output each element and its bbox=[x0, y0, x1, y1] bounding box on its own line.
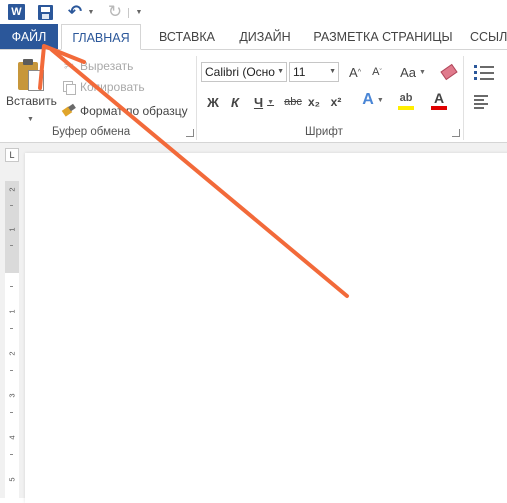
document-page[interactable] bbox=[25, 153, 507, 503]
ruler-number: 5 bbox=[7, 477, 17, 482]
save-icon[interactable] bbox=[38, 5, 53, 20]
highlight-button[interactable]: ab bbox=[392, 90, 420, 110]
ruler-number: 2 bbox=[7, 187, 17, 192]
tab-file[interactable]: ФАЙЛ bbox=[0, 24, 58, 49]
format-painter-icon bbox=[62, 104, 76, 118]
underline-label: Ч bbox=[253, 94, 264, 110]
ruler-number: 1 bbox=[7, 309, 17, 314]
font-size-combobox[interactable]: 11 ▼ bbox=[289, 62, 339, 82]
format-painter-button[interactable]: Формат по образцу bbox=[62, 102, 188, 120]
group-divider bbox=[196, 56, 197, 140]
undo-dropdown-icon[interactable]: ▼ bbox=[86, 3, 96, 21]
paste-icon[interactable] bbox=[16, 58, 44, 92]
ruler-number: 4 bbox=[7, 435, 17, 440]
ribbon-home: Вставить ▼ ✂ Вырезать Копировать Формат … bbox=[0, 50, 507, 143]
quick-access-toolbar: W ↶ ▼ ↻ ▼ bbox=[0, 0, 507, 24]
tab-design[interactable]: ДИЗАЙН bbox=[230, 24, 300, 49]
change-case-button[interactable]: Aa ▼ bbox=[396, 62, 430, 82]
font-launcher-icon[interactable] bbox=[452, 129, 460, 137]
clear-formatting-button[interactable] bbox=[440, 62, 458, 82]
redo-icon[interactable]: ↻ bbox=[106, 2, 124, 21]
clipboard-group-label: Буфер обмена bbox=[52, 126, 131, 138]
toolbar-separator bbox=[128, 8, 129, 18]
subscript-button[interactable]: x₂ bbox=[305, 92, 323, 112]
paste-dropdown-icon[interactable]: ▼ bbox=[27, 110, 34, 124]
tab-insert[interactable]: ВСТАВКА bbox=[152, 24, 222, 49]
font-color-icon: A bbox=[433, 89, 445, 106]
copy-icon bbox=[62, 80, 76, 95]
ruler-number: 1 bbox=[7, 227, 17, 232]
align-left-icon[interactable] bbox=[474, 94, 490, 109]
chevron-down-icon[interactable]: ▼ bbox=[329, 63, 336, 81]
italic-button[interactable]: К bbox=[227, 92, 243, 112]
font-color-button[interactable]: A bbox=[424, 90, 454, 110]
tab-references[interactable]: ССЫЛ bbox=[470, 24, 507, 49]
ribbon-tabs: ФАЙЛ ГЛАВНАЯ ВСТАВКА ДИЗАЙН РАЗМЕТКА СТР… bbox=[0, 24, 507, 50]
chevron-down-icon[interactable]: ▼ bbox=[277, 63, 284, 81]
tab-selector-icon[interactable]: L bbox=[5, 148, 19, 162]
cut-label: Вырезать bbox=[80, 59, 134, 73]
group-divider bbox=[463, 56, 464, 140]
tab-home[interactable]: ГЛАВНАЯ bbox=[61, 24, 141, 50]
underline-button[interactable]: Ч ▼ bbox=[251, 92, 277, 112]
clipboard-launcher-icon[interactable] bbox=[186, 129, 194, 137]
ruler-number: 2 bbox=[7, 351, 17, 356]
word-app-icon: W bbox=[8, 4, 25, 20]
font-size-value: 11 bbox=[293, 65, 306, 79]
grow-font-button[interactable]: A ^ bbox=[346, 62, 364, 82]
tab-page-layout[interactable]: РАЗМЕТКА СТРАНИЦЫ bbox=[308, 24, 458, 49]
text-effects-button[interactable]: A ▼ bbox=[358, 90, 388, 110]
vertical-ruler[interactable]: 2 1 1 2 3 4 5 bbox=[5, 181, 19, 498]
customize-toolbar-icon[interactable]: ▼ bbox=[134, 3, 144, 21]
copy-button[interactable]: Копировать bbox=[62, 78, 145, 96]
bold-button[interactable]: Ж bbox=[205, 92, 221, 112]
cut-button[interactable]: ✂ Вырезать bbox=[62, 57, 133, 75]
undo-icon[interactable]: ↶ bbox=[66, 2, 84, 21]
shrink-font-button[interactable]: Aˇ bbox=[368, 62, 386, 82]
strikethrough-button[interactable]: abc bbox=[282, 92, 304, 112]
scissors-icon: ✂ bbox=[63, 59, 75, 73]
highlight-icon: ab bbox=[399, 91, 413, 104]
font-name-value: Calibri (Осно bbox=[205, 65, 275, 79]
superscript-button[interactable]: x² bbox=[327, 92, 345, 112]
bullets-icon[interactable] bbox=[472, 62, 502, 82]
copy-label: Копировать bbox=[80, 80, 145, 94]
text-effects-icon: A bbox=[362, 91, 374, 108]
ruler-number: 3 bbox=[7, 393, 17, 398]
paste-button-label[interactable]: Вставить bbox=[6, 94, 57, 108]
change-case-label: Aa bbox=[400, 64, 416, 80]
font-group-label: Шрифт bbox=[305, 126, 343, 138]
format-painter-label: Формат по образцу bbox=[80, 104, 188, 118]
eraser-icon bbox=[440, 63, 458, 81]
document-area: L 2 1 1 2 3 4 5 bbox=[0, 143, 507, 503]
font-name-combobox[interactable]: Calibri (Осно ▼ bbox=[201, 62, 287, 82]
